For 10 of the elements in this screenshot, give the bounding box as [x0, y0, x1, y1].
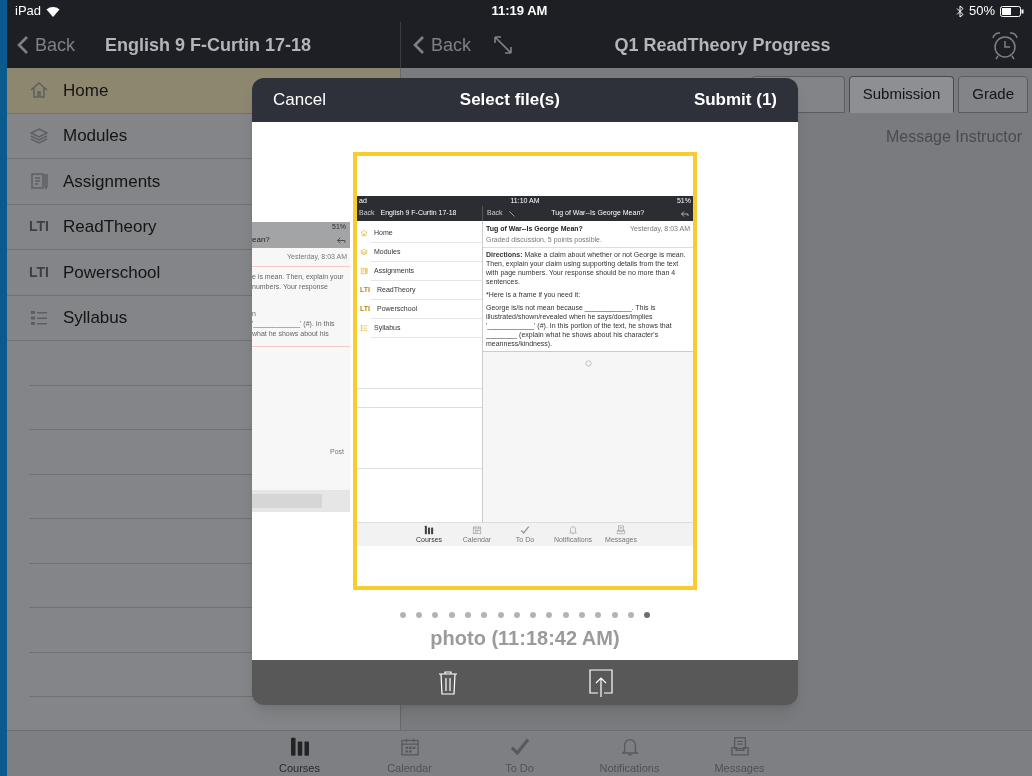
lti-icon: LTI — [29, 216, 49, 238]
photo-caption: photo (11:18:42 AM) — [430, 626, 620, 651]
battery-percent: 50% — [968, 2, 995, 21]
nav-title: ean? — [252, 234, 270, 246]
lti-icon: LTI — [29, 261, 49, 283]
status-time: 11:19 AM — [490, 2, 549, 21]
nav-title: Q1 ReadTheory Progress — [613, 33, 832, 57]
dialog-title: Select file(s) — [459, 89, 560, 112]
nav-title: English 9 F-Curtin 17-18 — [105, 33, 312, 57]
carrier-label: iPad — [15, 2, 42, 21]
